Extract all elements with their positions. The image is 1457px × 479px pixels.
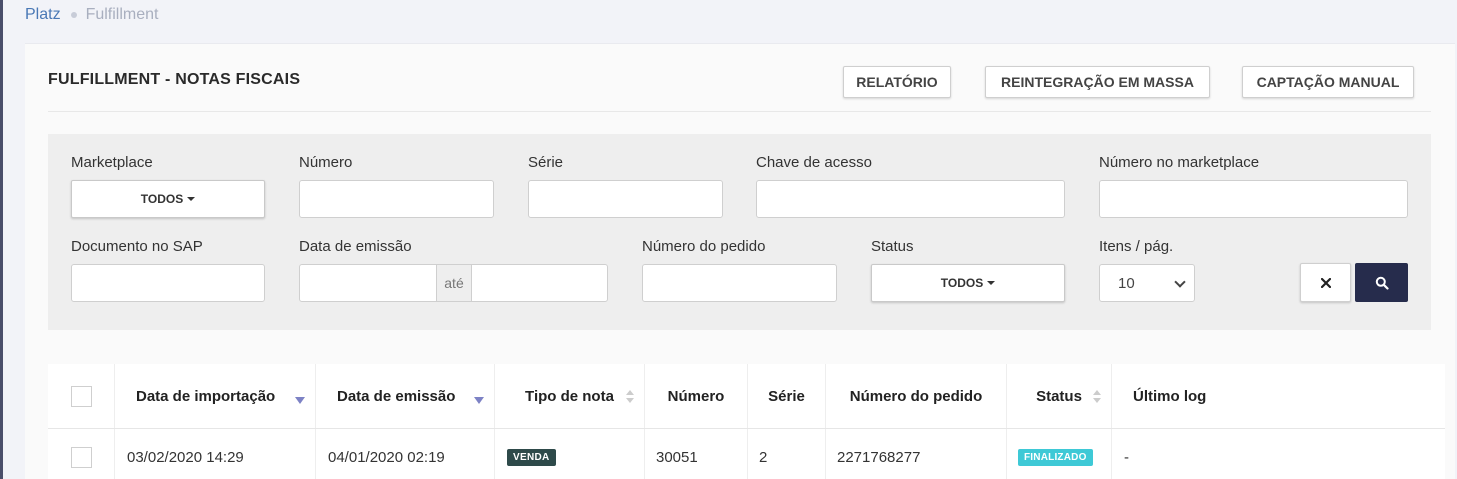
caret-down-icon bbox=[187, 197, 196, 201]
sort-desc-icon bbox=[474, 397, 484, 404]
cell-tipo-nota: VENDA bbox=[495, 429, 645, 479]
data-emissao-label: Data de emissão bbox=[299, 238, 412, 255]
data-emissao-to-input[interactable] bbox=[471, 264, 608, 302]
status-badge: FINALIZADO bbox=[1018, 448, 1093, 466]
sort-desc-icon bbox=[295, 397, 305, 404]
header-label: Número bbox=[667, 387, 725, 405]
header-label: Série bbox=[768, 387, 805, 405]
chave-acesso-label: Chave de acesso bbox=[756, 154, 872, 171]
filters-section: Marketplace TODOS Número Série Chave de … bbox=[48, 134, 1431, 330]
breadcrumb-separator-icon bbox=[70, 12, 77, 18]
header-tipo-nota[interactable]: Tipo de nota bbox=[495, 364, 645, 428]
header-label: Último log bbox=[1133, 387, 1207, 405]
header-numero: Número bbox=[645, 364, 748, 428]
clear-filters-button[interactable] bbox=[1300, 263, 1351, 302]
select-all-cell bbox=[48, 364, 115, 428]
marketplace-dropdown[interactable]: TODOS bbox=[71, 180, 265, 218]
itens-pag-value: 10 bbox=[1118, 274, 1135, 292]
header-label: Número do pedido bbox=[849, 387, 983, 405]
search-icon bbox=[1375, 276, 1389, 290]
chevron-down-icon bbox=[1174, 276, 1186, 288]
breadcrumb-home-link[interactable]: Platz bbox=[25, 6, 61, 24]
header-status[interactable]: Status bbox=[1007, 364, 1112, 428]
marketplace-dropdown-value: TODOS bbox=[140, 192, 184, 206]
cell-numero-pedido: 2271768277 bbox=[826, 429, 1007, 479]
marketplace-label: Marketplace bbox=[71, 154, 153, 171]
cell-numero: 30051 bbox=[645, 429, 748, 479]
search-button[interactable] bbox=[1355, 263, 1408, 302]
header-ultimo-log: Último log bbox=[1112, 364, 1445, 428]
header-data-emissao[interactable]: Data de emissão bbox=[316, 364, 495, 428]
header-label: Data de importação bbox=[136, 387, 276, 405]
serie-label: Série bbox=[528, 154, 564, 171]
data-emissao-from-input[interactable] bbox=[299, 264, 437, 302]
main-panel: FULFILLMENT - NOTAS FISCAIS RELATÓRIO RE… bbox=[25, 43, 1455, 479]
date-range-separator: até bbox=[437, 264, 471, 302]
breadcrumb-current: Fulfillment bbox=[85, 6, 159, 23]
header-numero-pedido: Número do pedido bbox=[826, 364, 1007, 428]
status-dropdown-value: TODOS bbox=[940, 276, 984, 290]
close-icon bbox=[1320, 277, 1331, 288]
invoices-table: Data de importação Data de emissão Tipo … bbox=[48, 364, 1445, 479]
cell-serie: 2 bbox=[748, 429, 826, 479]
sort-icon bbox=[626, 390, 634, 404]
cell-data-importacao: 03/02/2020 14:29 bbox=[115, 429, 316, 479]
header-serie: Série bbox=[748, 364, 826, 428]
page-title: FULFILLMENT - NOTAS FISCAIS bbox=[48, 71, 301, 88]
numero-pedido-input[interactable] bbox=[642, 264, 837, 302]
report-button[interactable]: RELATÓRIO bbox=[843, 66, 951, 98]
sidebar-edge bbox=[0, 0, 3, 479]
table-row-select-cell bbox=[48, 429, 115, 479]
caret-down-icon bbox=[987, 281, 996, 285]
mass-reintegration-button[interactable]: REINTEGRAÇÃO EM MASSA bbox=[985, 66, 1210, 98]
row-checkbox[interactable] bbox=[70, 446, 92, 468]
chave-acesso-input[interactable] bbox=[756, 180, 1065, 218]
itens-pag-label: Itens / pág. bbox=[1099, 238, 1174, 255]
cell-data-emissao: 04/01/2020 02:19 bbox=[316, 429, 495, 479]
breadcrumb: Platz Fulfillment bbox=[25, 6, 158, 24]
documento-sap-label: Documento no SAP bbox=[71, 238, 203, 255]
header-label: Status bbox=[1036, 387, 1082, 405]
header-data-importacao[interactable]: Data de importação bbox=[115, 364, 316, 428]
itens-pag-select[interactable]: 10 bbox=[1099, 264, 1195, 302]
numero-marketplace-input[interactable] bbox=[1099, 180, 1408, 218]
manual-capture-button[interactable]: CAPTAÇÃO MANUAL bbox=[1242, 66, 1414, 98]
select-all-checkbox[interactable] bbox=[70, 385, 92, 407]
numero-label: Número bbox=[299, 154, 353, 171]
status-dropdown[interactable]: TODOS bbox=[871, 264, 1065, 302]
numero-marketplace-label: Número no marketplace bbox=[1099, 154, 1260, 171]
serie-input[interactable] bbox=[528, 180, 723, 218]
numero-input[interactable] bbox=[299, 180, 494, 218]
documento-sap-input[interactable] bbox=[71, 264, 265, 302]
tipo-nota-badge: VENDA bbox=[507, 448, 556, 466]
header-label: Data de emissão bbox=[337, 387, 456, 405]
numero-pedido-label: Número do pedido bbox=[642, 238, 766, 255]
status-label: Status bbox=[871, 238, 914, 255]
header-label: Tipo de nota bbox=[525, 387, 614, 405]
cell-ultimo-log: - bbox=[1124, 448, 1129, 466]
sort-icon bbox=[1093, 390, 1101, 404]
title-divider bbox=[48, 111, 1431, 112]
cell-status: FINALIZADO bbox=[1007, 429, 1112, 479]
